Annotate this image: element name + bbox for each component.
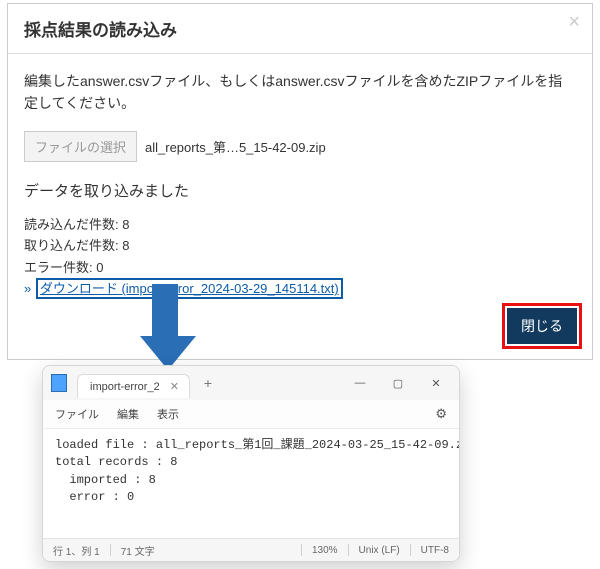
status-zoom: 130% xyxy=(312,545,338,556)
content-line-2: total records : 8 xyxy=(55,455,177,469)
content-line-4: error : 0 xyxy=(55,490,134,504)
file-choose-button[interactable]: ファイルの選択 xyxy=(24,131,137,162)
notepad-content[interactable]: loaded file : all_reports_第1回_課題_2024-03… xyxy=(43,429,459,545)
error-count: エラー件数: 0 xyxy=(24,258,576,278)
notepad-statusbar: 行 1、列 1 71 文字 130% Unix (LF) UTF-8 xyxy=(43,538,459,561)
content-line-3: imported : 8 xyxy=(55,473,156,487)
status-cursor: 行 1、列 1 xyxy=(53,543,100,558)
raquo-icon: » xyxy=(24,281,35,296)
import-dialog: 採点結果の読み込み × 編集したanswer.csvファイル、もしくはanswe… xyxy=(7,3,593,360)
window-close-icon[interactable]: ✕ xyxy=(417,369,455,397)
counts-block: 読み込んだ件数: 8 取り込んだ件数: 8 エラー件数: 0 » ダウンロード … xyxy=(24,215,576,299)
window-controls: — ▢ ✕ xyxy=(341,369,455,397)
tab-close-icon[interactable]: ✕ xyxy=(170,380,179,393)
dialog-footer: 閉じる xyxy=(502,303,582,349)
selected-file-name: all_reports_第…5_15-42-09.zip xyxy=(145,137,326,156)
notepad-tab[interactable]: import-error_2 ✕ xyxy=(77,374,190,398)
notepad-menubar: ファイル 編集 表示 ⚙ xyxy=(43,400,459,429)
dialog-title: 採点結果の読み込み xyxy=(24,16,576,41)
maximize-icon[interactable]: ▢ xyxy=(379,369,417,397)
menu-view[interactable]: 表示 xyxy=(157,406,179,422)
instruction-text: 編集したanswer.csvファイル、もしくはanswer.csvファイルを含め… xyxy=(24,70,576,115)
menu-edit[interactable]: 編集 xyxy=(117,406,139,422)
notepad-window: import-error_2 ✕ + — ▢ ✕ ファイル 編集 表示 ⚙ lo… xyxy=(42,365,460,562)
dialog-body: 編集したanswer.csvファイル、もしくはanswer.csvファイルを含め… xyxy=(8,54,592,299)
status-eol: Unix (LF) xyxy=(359,545,400,556)
gear-icon[interactable]: ⚙ xyxy=(435,406,447,422)
menu-file[interactable]: ファイル xyxy=(55,406,99,422)
download-line: » ダウンロード (import-error_2024-03-29_145114… xyxy=(24,279,576,299)
status-message: データを取り込みました xyxy=(24,180,576,201)
status-encoding: UTF-8 xyxy=(421,545,449,556)
minimize-icon[interactable]: — xyxy=(341,369,379,397)
close-button-highlight: 閉じる xyxy=(502,303,582,349)
status-chars: 71 文字 xyxy=(121,543,155,558)
file-input-row: ファイルの選択 all_reports_第…5_15-42-09.zip xyxy=(24,131,576,162)
close-icon[interactable]: × xyxy=(568,12,580,32)
notepad-titlebar: import-error_2 ✕ + — ▢ ✕ xyxy=(43,366,459,400)
close-button[interactable]: 閉じる xyxy=(507,308,577,344)
tab-add-icon[interactable]: + xyxy=(198,373,218,393)
imported-count: 取り込んだ件数: 8 xyxy=(24,236,576,256)
arrow-down-icon xyxy=(140,284,190,374)
notepad-app-icon xyxy=(51,374,67,392)
loaded-count: 読み込んだ件数: 8 xyxy=(24,215,576,235)
content-line-1: loaded file : all_reports_第1回_課題_2024-03… xyxy=(55,438,459,452)
dialog-header: 採点結果の読み込み × xyxy=(8,4,592,54)
notepad-tab-title: import-error_2 xyxy=(90,381,160,393)
